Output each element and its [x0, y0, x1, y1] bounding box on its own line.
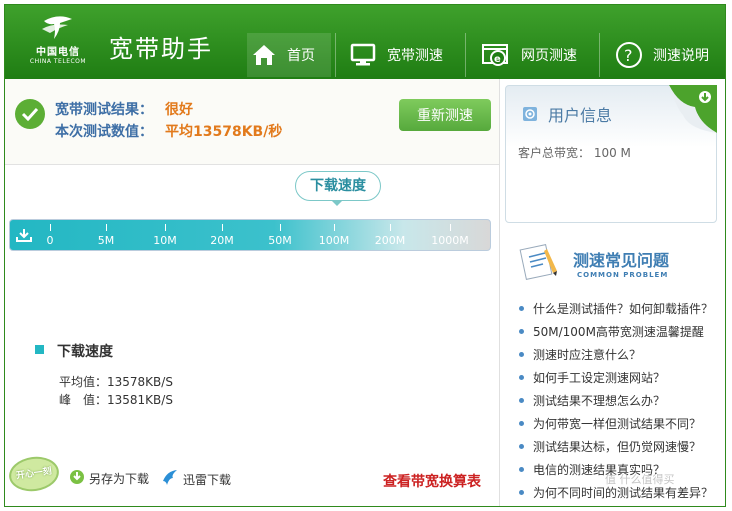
faq-subtitle: COMMON PROBLEM — [577, 271, 669, 279]
nav-bandwidth-test[interactable]: 宽带测速 — [349, 33, 443, 77]
faq-item[interactable]: 测试结果达标，但仍觉网速慢？ — [519, 435, 725, 458]
question-icon: ? — [615, 41, 643, 69]
scale-tick-label: 5M — [97, 234, 115, 247]
thunder-download-link[interactable]: 迅雷下载 — [161, 469, 231, 490]
scale-tick-label: 20M — [210, 234, 234, 247]
faq-item[interactable]: 50M/100M高带宽测速温馨提醒 — [519, 320, 725, 343]
download-speed-bubble: 下载速度 — [295, 171, 381, 201]
nav-webpage-test[interactable]: e 网页测速 — [481, 33, 577, 77]
check-icon — [15, 99, 45, 129]
scale-tick-label: 200M — [374, 234, 406, 247]
bullet-icon — [519, 490, 524, 495]
home-icon — [251, 42, 277, 68]
scale-tick — [334, 224, 335, 231]
result-speed-value: 平均13578KB/秒 — [165, 124, 283, 140]
bullet-icon — [519, 306, 524, 311]
nav-divider — [599, 33, 600, 77]
monitor-icon — [349, 42, 377, 68]
scale-tick — [280, 224, 281, 231]
result-panel: 宽带测试结果： 很好 本次测试数值： 平均13578KB/秒 重新测速 — [5, 79, 499, 165]
scale-tick-label: 100M — [318, 234, 350, 247]
nav-home-label: 首页 — [287, 48, 315, 64]
save-as-download-link[interactable]: 另存为下载 — [69, 469, 149, 488]
scale-tick — [50, 224, 51, 231]
user-icon — [522, 106, 538, 125]
result-speed-label: 本次测试数值： — [55, 124, 153, 140]
download-icon — [16, 228, 32, 245]
faq-title: 测速常见问题 — [573, 251, 670, 270]
header-bar: 中国电信 CHINA TELECOM 宽带助手 首页 宽带测速 e 网页测速 ?… — [5, 5, 725, 79]
scale-tick — [165, 224, 166, 231]
scale-tick — [106, 224, 107, 231]
logo-cn-text: 中国电信 — [36, 47, 80, 58]
thunder-bird-icon — [161, 469, 179, 490]
stats-title: 下载速度 — [57, 344, 113, 360]
nav-divider — [465, 33, 466, 77]
save-as-download-label: 另存为下载 — [89, 472, 150, 486]
bullet-icon — [519, 329, 524, 334]
faq-item[interactable]: 测速时应注意什么？ — [519, 343, 725, 366]
bubble-pointer — [331, 200, 343, 206]
china-telecom-logo: 中国电信 CHINA TELECOM — [23, 11, 93, 73]
result-rating-label: 宽带测试结果： — [55, 102, 153, 118]
nav-bandwidth-test-label: 宽带测速 — [387, 48, 443, 64]
result-rating-row: 宽带测试结果： 很好 — [55, 99, 193, 119]
thunder-download-label: 迅雷下载 — [183, 473, 232, 487]
app-title: 宽带助手 — [109, 35, 213, 63]
speed-scale-bar: 0 5M 10M 20M 50M 100M 200M 1000M — [9, 219, 491, 251]
faq-item[interactable]: 如何手工设定测速网站？ — [519, 366, 725, 389]
svg-text:e: e — [494, 54, 501, 65]
result-speed-row: 本次测试数值： 平均13578KB/秒 — [55, 121, 282, 141]
page-corner-download-icon[interactable] — [669, 85, 717, 133]
svg-text:?: ? — [624, 46, 633, 65]
scale-tick-label: 1000M — [431, 234, 469, 247]
fun-badge[interactable]: 开心一刻 — [6, 453, 62, 495]
bullet-icon — [519, 444, 524, 449]
panel-divider — [499, 79, 500, 506]
scale-tick-label: 0 — [46, 234, 54, 247]
bullet-icon — [519, 421, 524, 426]
faq-item-label: 如何手工设定测速网站？ — [533, 371, 666, 385]
faq-item[interactable]: 什么是测试插件？如何卸载插件？ — [519, 297, 725, 320]
scale-tick — [450, 224, 451, 231]
watermark: 值 什么值得买 — [605, 473, 675, 486]
faq-item-label: 测试结果达标，但仍觉网速慢？ — [533, 440, 702, 454]
nav-divider — [335, 33, 336, 77]
nav-test-help-label: 测速说明 — [653, 48, 709, 64]
bullet-icon — [519, 352, 524, 357]
user-total-bandwidth: 客户总带宽： 100 M — [518, 146, 631, 160]
scale-tick — [222, 224, 223, 231]
scale-tick-label: 10M — [153, 234, 177, 247]
stat-average: 平均值：13578KB/S — [59, 375, 173, 389]
bandwidth-conversion-link[interactable]: 查看带宽换算表 — [383, 471, 481, 491]
retest-button[interactable]: 重新测速 — [399, 99, 491, 131]
save-download-icon — [69, 469, 85, 488]
browser-icon: e — [481, 42, 511, 68]
faq-item[interactable]: 为何带宽一样但测试结果不同？ — [519, 412, 725, 435]
bullet-icon — [519, 398, 524, 403]
stats-bullet — [35, 345, 44, 354]
stat-peak: 峰 值：13581KB/S — [59, 393, 173, 407]
scale-tick — [390, 224, 391, 231]
nav-webpage-test-label: 网页测速 — [521, 48, 577, 64]
app-window: 中国电信 CHINA TELECOM 宽带助手 首页 宽带测速 e 网页测速 ?… — [4, 4, 726, 507]
faq-item-label: 为何带宽一样但测试结果不同？ — [533, 417, 702, 431]
bullet-icon — [519, 467, 524, 472]
faq-item-label: 50M/100M高带宽测速温馨提醒 — [533, 325, 704, 339]
nav-test-help[interactable]: ? 测速说明 — [615, 33, 709, 77]
faq-item[interactable]: 测试结果不理想怎么办？ — [519, 389, 725, 412]
bullet-icon — [519, 375, 524, 380]
telecom-logo-icon — [42, 16, 72, 39]
faq-item-label: 测速时应注意什么？ — [533, 348, 642, 362]
logo-en-text: CHINA TELECOM — [29, 58, 87, 65]
scale-tick-label: 50M — [268, 234, 292, 247]
nav-home[interactable]: 首页 — [247, 33, 331, 77]
faq-item-label: 测试结果不理想怎么办？ — [533, 394, 666, 408]
faq-notebook-icon — [519, 241, 563, 284]
faq-item-label: 什么是测试插件？如何卸载插件？ — [533, 302, 714, 316]
result-rating-value: 很好 — [165, 102, 193, 118]
user-info-title: 用户信息 — [548, 106, 613, 125]
